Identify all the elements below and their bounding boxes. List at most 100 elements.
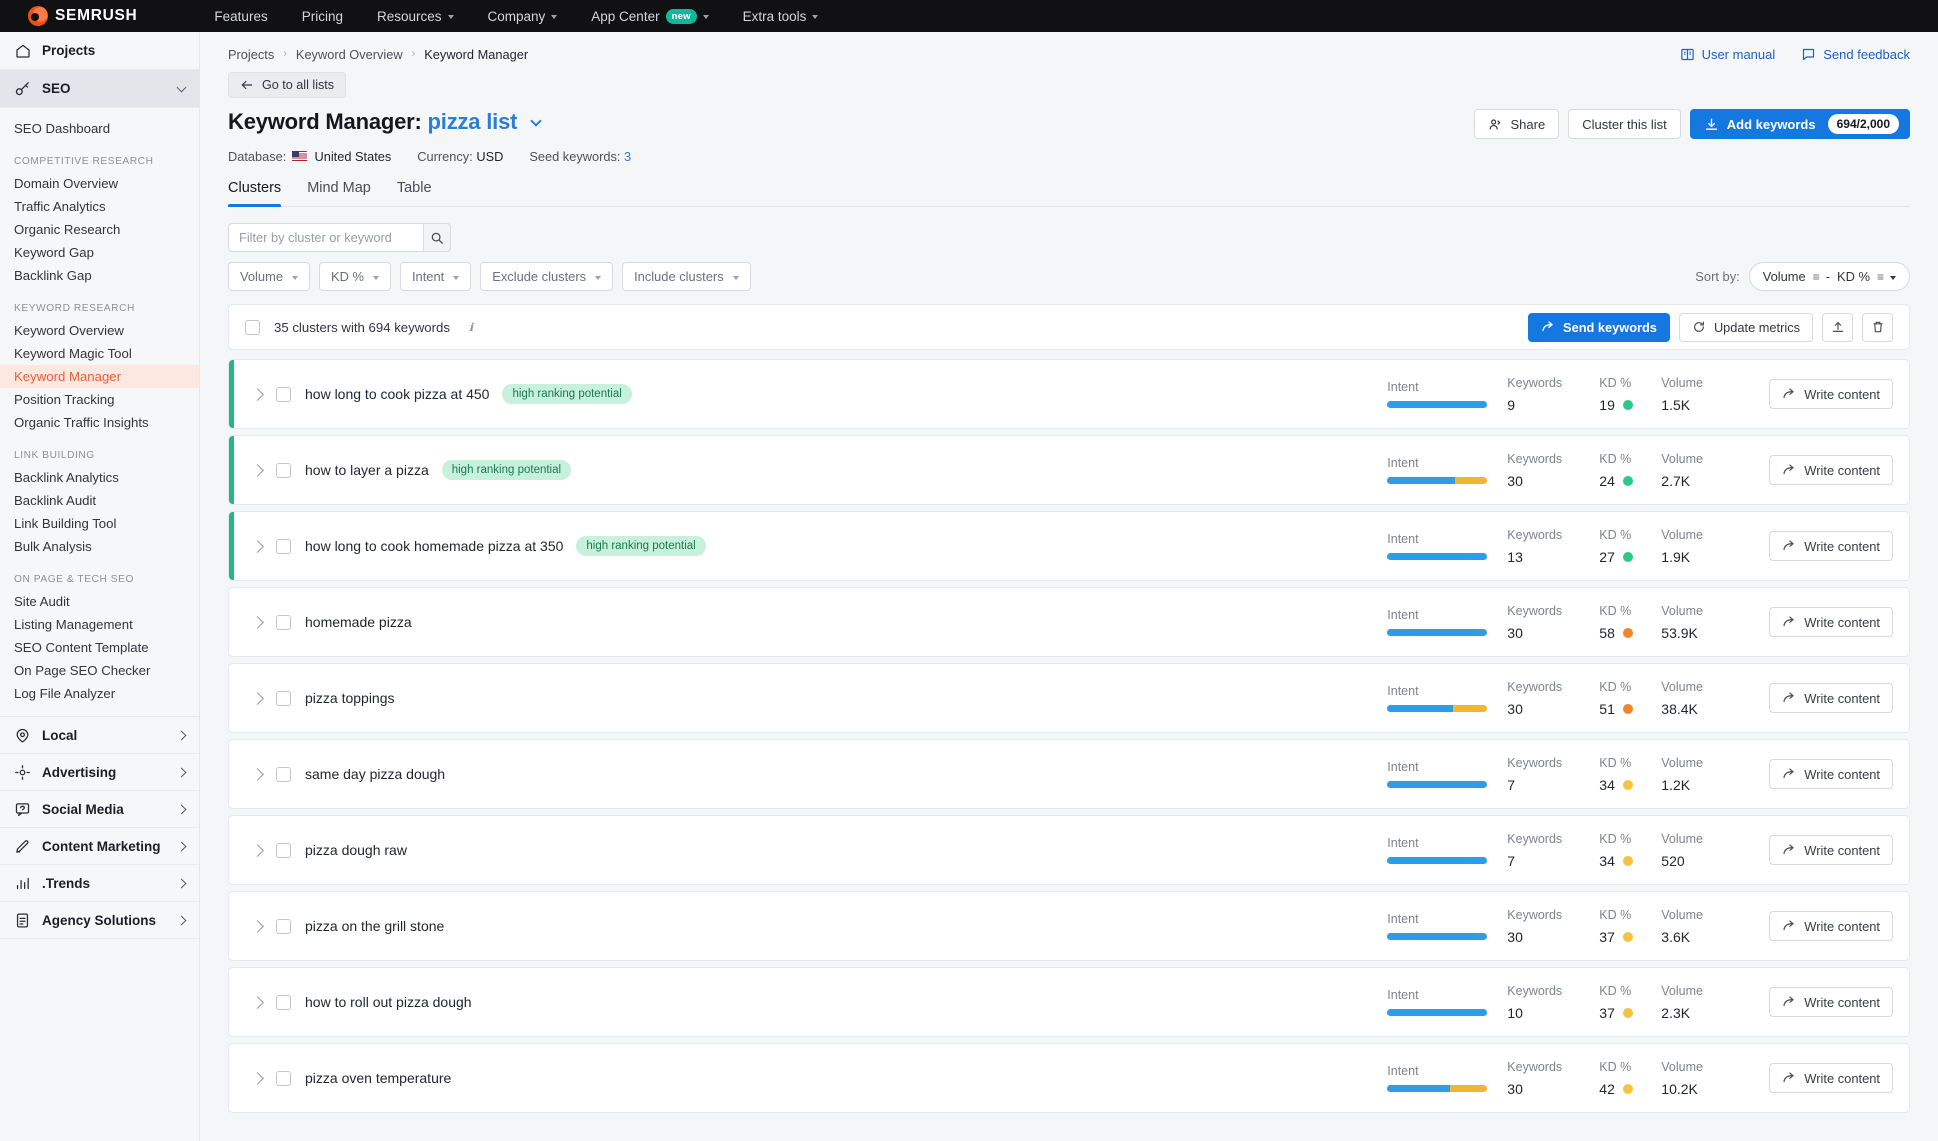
sidebar-item-seo-dashboard[interactable]: SEO Dashboard [0,117,199,140]
filter-kd--dropdown[interactable]: KD % [319,262,391,291]
write-content-button[interactable]: Write content [1769,607,1893,637]
chevron-down-icon[interactable] [530,115,542,127]
cluster-row[interactable]: pizza dough raw Intent Keywords 7 KD % 34 Volu… [228,815,1910,885]
write-content-button[interactable]: Write content [1769,911,1893,941]
cluster-row-checkbox[interactable] [276,1070,291,1086]
sidebar-item-keyword-manager[interactable]: Keyword Manager [0,365,199,388]
tab-mind-map[interactable]: Mind Map [307,180,371,206]
add-keywords-button[interactable]: Add keywords 694/2,000 [1689,109,1910,139]
sidebar-section-agency-solutions[interactable]: Agency Solutions [0,902,199,939]
cluster-row-checkbox[interactable] [276,994,291,1010]
info-icon[interactable]: ℹ [464,320,478,334]
expand-cluster-chevron-icon[interactable] [251,1071,264,1085]
cluster-row[interactable]: pizza oven temperature Intent Keywords 30 KD… [228,1043,1910,1113]
sidebar-item-keyword-gap[interactable]: Keyword Gap [0,241,199,264]
sidebar-item-domain-overview[interactable]: Domain Overview [0,172,199,195]
write-content-button[interactable]: Write content [1769,683,1893,713]
sidebar-section-content-marketing[interactable]: Content Marketing [0,828,199,865]
sort-dropdown[interactable]: Volume ≡ - KD % ≡ [1748,262,1910,291]
delete-button[interactable] [1862,312,1893,342]
filter-exclude-clusters-dropdown[interactable]: Exclude clusters [480,262,614,291]
cluster-row-checkbox[interactable] [276,842,291,858]
cluster-row-checkbox[interactable] [276,614,291,630]
expand-cluster-chevron-icon[interactable] [251,463,264,477]
search-input[interactable] [228,223,423,252]
sidebar-item-backlink-analytics[interactable]: Backlink Analytics [0,466,199,489]
sidebar-item-backlink-gap[interactable]: Backlink Gap [0,264,199,287]
cluster-row-checkbox[interactable] [276,918,291,934]
list-name-dropdown[interactable]: pizza list [428,109,518,134]
topnav-item-app-center[interactable]: App Center new [574,0,725,32]
write-content-button[interactable]: Write content [1769,835,1893,865]
search-button[interactable] [423,223,451,252]
sidebar-item-seo-content-template[interactable]: SEO Content Template [0,636,199,659]
topnav-item-company[interactable]: Company [471,0,575,32]
topnav-item-resources[interactable]: Resources [360,0,471,32]
send-keywords-button[interactable]: Send keywords [1528,312,1670,342]
cluster-row[interactable]: pizza toppings Intent Keywords 30 KD % 51 Volu… [228,663,1910,733]
write-content-button[interactable]: Write content [1769,455,1893,485]
sidebar-section-advertising[interactable]: Advertising [0,754,199,791]
tab-clusters[interactable]: Clusters [228,180,282,207]
send-feedback-link[interactable]: Send feedback [1801,47,1910,62]
breadcrumb-item[interactable]: Projects [228,47,274,62]
cluster-row[interactable]: homemade pizza Intent Keywords 30 KD % 58 Volu… [228,587,1910,657]
filter-intent-dropdown[interactable]: Intent [399,262,472,291]
sidebar-item-log-file-analyzer[interactable]: Log File Analyzer [0,682,199,705]
sidebar-item-listing-management[interactable]: Listing Management [0,613,199,636]
write-content-button[interactable]: Write content [1769,531,1893,561]
expand-cluster-chevron-icon[interactable] [251,691,264,705]
export-button[interactable] [1822,312,1853,342]
cluster-row-checkbox[interactable] [276,766,291,782]
seed-keywords-value[interactable]: 3 [624,149,631,164]
cluster-row-checkbox[interactable] [276,386,291,402]
filter-include-clusters-dropdown[interactable]: Include clusters [622,262,751,291]
sidebar-item-link-building-tool[interactable]: Link Building Tool [0,512,199,535]
cluster-row[interactable]: how to layer a pizza high ranking potenti… [228,435,1910,505]
semrush-logo[interactable]: SEMRUSH [28,6,137,26]
expand-cluster-chevron-icon[interactable] [251,615,264,629]
breadcrumb-item[interactable]: Keyword Overview [296,47,403,62]
sidebar-item-on-page-seo-checker[interactable]: On Page SEO Checker [0,659,199,682]
sidebar-item-traffic-analytics[interactable]: Traffic Analytics [0,195,199,218]
sidebar-item-position-tracking[interactable]: Position Tracking [0,388,199,411]
cluster-row-checkbox[interactable] [276,462,291,478]
expand-cluster-chevron-icon[interactable] [251,387,264,401]
topnav-item-extra-tools[interactable]: Extra tools [726,0,836,32]
sidebar-item-seo[interactable]: SEO [0,70,199,108]
sidebar-item-organic-research[interactable]: Organic Research [0,218,199,241]
expand-cluster-chevron-icon[interactable] [251,539,264,553]
sidebar-section-local[interactable]: Local [0,717,199,754]
sidebar-item-keyword-magic-tool[interactable]: Keyword Magic Tool [0,342,199,365]
cluster-row[interactable]: pizza on the grill stone Intent Keywords 30… [228,891,1910,961]
share-button[interactable]: Share [1473,109,1560,139]
expand-cluster-chevron-icon[interactable] [251,995,264,1009]
cluster-row[interactable]: how long to cook homemade pizza at 350 hi… [228,511,1910,581]
expand-cluster-chevron-icon[interactable] [251,767,264,781]
cluster-row-checkbox[interactable] [276,690,291,706]
select-all-checkbox[interactable] [245,319,260,335]
sidebar-section--trends[interactable]: .Trends [0,865,199,902]
user-manual-link[interactable]: User manual [1680,47,1775,62]
write-content-button[interactable]: Write content [1769,379,1893,409]
topnav-item-pricing[interactable]: Pricing [285,0,360,32]
sidebar-item-site-audit[interactable]: Site Audit [0,590,199,613]
write-content-button[interactable]: Write content [1769,987,1893,1017]
cluster-row[interactable]: how long to cook pizza at 450 high rankin… [228,359,1910,429]
expand-cluster-chevron-icon[interactable] [251,919,264,933]
tab-table[interactable]: Table [397,180,432,206]
topnav-item-features[interactable]: Features [197,0,284,32]
filter-volume-dropdown[interactable]: Volume [228,262,310,291]
cluster-this-list-button[interactable]: Cluster this list [1568,109,1681,139]
sidebar-item-keyword-overview[interactable]: Keyword Overview [0,319,199,342]
go-to-all-lists-button[interactable]: Go to all lists [228,72,347,98]
cluster-row-checkbox[interactable] [276,538,291,554]
update-metrics-button[interactable]: Update metrics [1678,312,1813,342]
sidebar-item-backlink-audit[interactable]: Backlink Audit [0,489,199,512]
cluster-row[interactable]: same day pizza dough Intent Keywords 7 KD % 3… [228,739,1910,809]
sidebar-item-organic-traffic-insights[interactable]: Organic Traffic Insights [0,411,199,434]
sidebar-section-social-media[interactable]: Social Media [0,791,199,828]
write-content-button[interactable]: Write content [1769,759,1893,789]
expand-cluster-chevron-icon[interactable] [251,843,264,857]
write-content-button[interactable]: Write content [1769,1063,1893,1093]
